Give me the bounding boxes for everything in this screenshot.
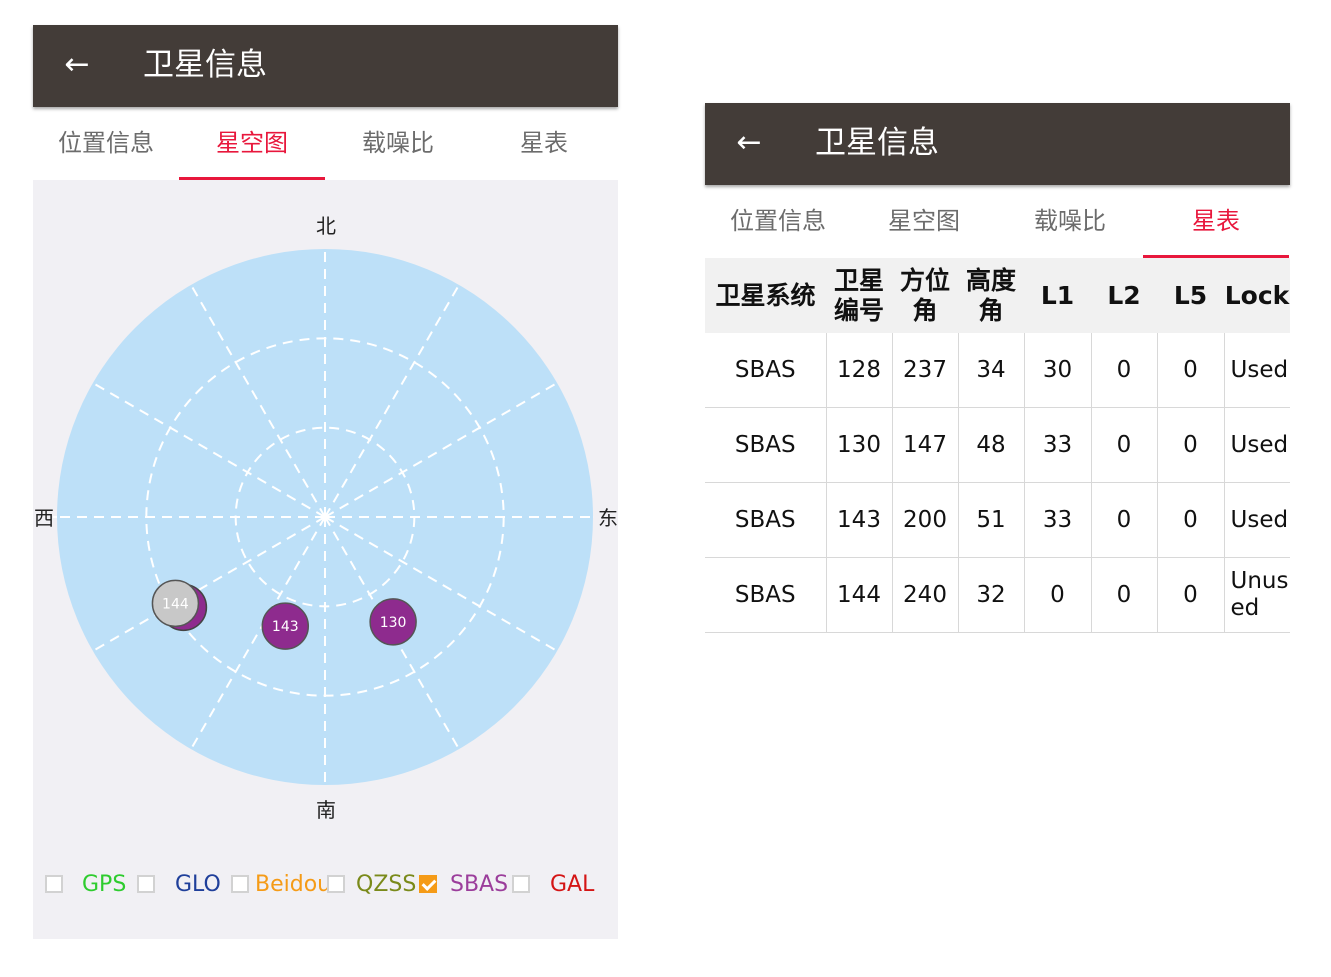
gps-label: GPS: [82, 872, 127, 897]
cell-sat-id: 143: [825, 482, 892, 558]
glo-label: GLO: [175, 872, 221, 897]
cell-l2: 0: [1090, 407, 1157, 483]
qzss-checkbox[interactable]: [327, 875, 345, 893]
cell-system: SBAS: [705, 407, 826, 483]
table-row[interactable]: SBAS 128 237 34 30 0 0 Used: [705, 333, 1290, 408]
header-lock: Lock: [1224, 258, 1290, 333]
cell-system: SBAS: [705, 482, 826, 558]
back-button[interactable]: ←: [60, 45, 94, 85]
gal-checkbox[interactable]: [512, 875, 530, 893]
constellation-legend: GPS GLO Beidou QZSS SBAS GAL: [45, 870, 615, 900]
satellite-id-label: 144: [162, 596, 189, 612]
tab-position-info[interactable]: 位置信息: [705, 185, 851, 258]
sbas-label: SBAS: [450, 872, 509, 897]
beidou-checkbox[interactable]: [231, 875, 249, 893]
table-header-row: 卫星系统 卫星 编号 方位角 高度角 L1 L2 L5 Lock: [705, 258, 1290, 333]
gal-label: GAL: [550, 872, 595, 897]
cell-sat-id: 130: [825, 407, 892, 483]
cell-elevation: 34: [957, 333, 1024, 408]
header-azimuth: 方位角: [892, 258, 958, 333]
skyplot: 144 143 130: [53, 249, 593, 785]
qzss-label: QZSS: [356, 872, 417, 897]
cell-system: SBAS: [705, 557, 826, 633]
header-system: 卫星系统: [705, 258, 826, 333]
cell-l5: 0: [1156, 407, 1224, 483]
cell-l5: 0: [1156, 557, 1224, 633]
tab-skyplot[interactable]: 星空图: [851, 185, 997, 258]
satellite-id-label: 143: [272, 619, 299, 635]
gps-checkbox[interactable]: [45, 875, 63, 893]
cell-sat-id: 128: [825, 333, 892, 408]
legend-sbas[interactable]: SBAS: [419, 870, 519, 900]
cell-elevation: 51: [957, 482, 1024, 558]
cell-elevation: 48: [957, 407, 1024, 483]
app-bar: ← 卫星信息: [33, 25, 618, 107]
cell-azimuth: 147: [891, 407, 958, 483]
satellite-table-screen: ← 卫星信息 位置信息 星空图 载噪比 星表 卫星系统 卫星 编号 方位角 高度角…: [705, 103, 1290, 638]
tab-sat-table[interactable]: 星表: [471, 107, 617, 180]
cell-lock: Used: [1223, 482, 1290, 558]
glo-checkbox[interactable]: [137, 875, 155, 893]
legend-beidou[interactable]: Beidou: [231, 870, 331, 900]
header-elevation: 高度角: [958, 258, 1024, 333]
cell-elevation: 32: [957, 557, 1024, 633]
cell-l2: 0: [1090, 557, 1157, 633]
arrow-left-icon: ←: [64, 47, 90, 82]
legend-glo[interactable]: GLO: [137, 870, 227, 900]
tab-bar: 位置信息 星空图 载噪比 星表: [33, 107, 618, 180]
header-l5: L5: [1157, 258, 1224, 333]
page-title: 卫星信息: [143, 47, 267, 83]
sbas-checkbox[interactable]: [419, 875, 437, 893]
legend-qzss[interactable]: QZSS: [327, 870, 427, 900]
west-label: 西: [34, 506, 54, 530]
east-label: 东: [598, 506, 618, 530]
cell-l1: 30: [1023, 333, 1091, 408]
table-row[interactable]: SBAS 144 240 32 0 0 0 Unused: [705, 557, 1290, 633]
tab-cnr[interactable]: 载噪比: [997, 185, 1143, 258]
app-bar: ← 卫星信息: [705, 103, 1290, 185]
cell-l2: 0: [1090, 333, 1157, 408]
cell-sat-id: 144: [825, 557, 892, 633]
north-label: 北: [316, 214, 336, 238]
cell-l5: 0: [1156, 482, 1224, 558]
legend-gps[interactable]: GPS: [45, 870, 135, 900]
tab-position-info[interactable]: 位置信息: [33, 107, 179, 180]
tab-bar: 位置信息 星空图 载噪比 星表: [705, 185, 1290, 258]
skyplot-screen: ← 卫星信息 位置信息 星空图 载噪比 星表 144 143 130 北 南 东 西…: [33, 25, 618, 939]
cell-lock: Unused: [1223, 557, 1290, 633]
back-button[interactable]: ←: [732, 123, 766, 163]
table-row[interactable]: SBAS 130 147 48 33 0 0 Used: [705, 407, 1290, 483]
page-title: 卫星信息: [815, 125, 939, 161]
cell-lock: Used: [1223, 407, 1290, 483]
header-l1: L1: [1024, 258, 1091, 333]
cell-l1: 33: [1023, 482, 1091, 558]
south-label: 南: [316, 798, 336, 822]
cell-l1: 0: [1023, 557, 1091, 633]
skyplot-area: 144 143 130 北 南 东 西 GPS GLO Beidou QZSS: [33, 180, 618, 939]
cell-l2: 0: [1090, 482, 1157, 558]
legend-gal[interactable]: GAL: [512, 870, 612, 900]
tab-sat-table[interactable]: 星表: [1143, 185, 1289, 258]
tab-skyplot[interactable]: 星空图: [179, 107, 325, 180]
tab-cnr[interactable]: 载噪比: [325, 107, 471, 180]
arrow-left-icon: ←: [736, 125, 762, 160]
cell-azimuth: 240: [891, 557, 958, 633]
header-l2: L2: [1091, 258, 1157, 333]
cell-system: SBAS: [705, 333, 826, 408]
header-sat-id: 卫星 编号: [826, 258, 892, 333]
satellite-id-label: 130: [380, 615, 407, 631]
table-row[interactable]: SBAS 143 200 51 33 0 0 Used: [705, 482, 1290, 558]
cell-lock: Used: [1223, 333, 1290, 408]
cell-l1: 33: [1023, 407, 1091, 483]
cell-l5: 0: [1156, 333, 1224, 408]
beidou-label: Beidou: [255, 872, 332, 897]
satellite-table: 卫星系统 卫星 编号 方位角 高度角 L1 L2 L5 Lock SBAS 128 2…: [705, 258, 1290, 633]
cell-azimuth: 200: [891, 482, 958, 558]
cell-azimuth: 237: [891, 333, 958, 408]
